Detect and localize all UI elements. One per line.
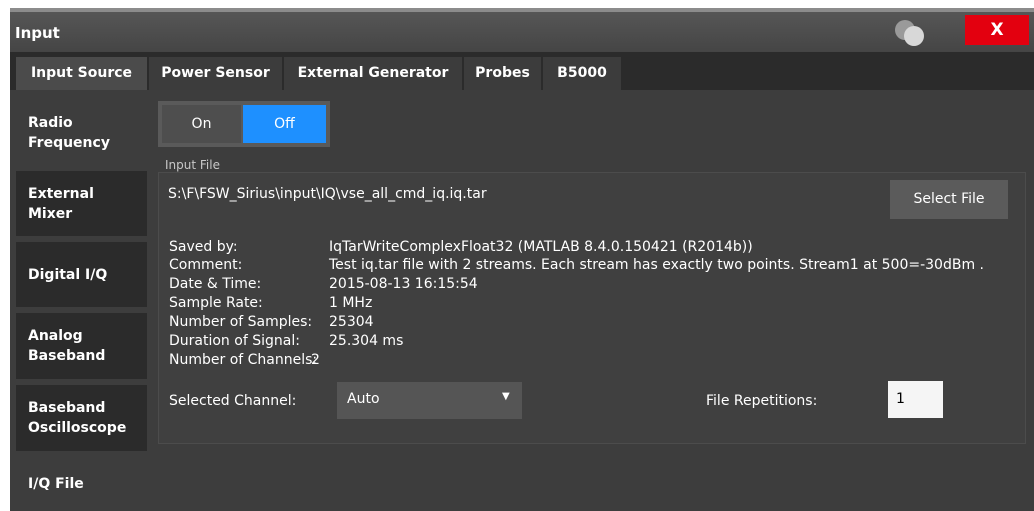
content-area: Radio Frequency External Mixer Digital I/Q… [10,90,1034,511]
tab-input-source[interactable]: Input Source [16,57,147,90]
side-tab-label: Analog Baseband [28,328,106,364]
side-tab-radio-frequency[interactable]: Radio Frequency [16,100,147,165]
select-file-button[interactable]: Select File [890,180,1008,219]
side-tab-external-mixer[interactable]: External Mixer [16,171,147,236]
dialog-title: Input [15,24,60,42]
file-repetitions-input[interactable]: 1 [888,381,943,418]
tab-power-sensor[interactable]: Power Sensor [149,57,282,90]
side-tab-label: Digital I/Q [28,266,108,283]
tab-probes[interactable]: Probes [464,57,541,90]
input-file-label: Input File [165,158,220,172]
side-tab-iq-file[interactable]: I/Q File [16,457,147,511]
file-path: S:\F\FSW_Sirius\input\IQ\vse_all_cmd_iq.… [168,186,487,202]
file-repetitions-label: File Repetitions: [706,393,818,409]
saved-by-value: IqTarWriteComplexFloat32 (MATLAB 8.4.0.1… [329,239,753,255]
selected-channel-label: Selected Channel: [169,393,297,409]
input-dialog: Input X Input Source Power Sensor Extern… [10,8,1034,511]
iq-file-panel: On Off Input File S:\F\FSW_Sirius\input\… [158,96,1028,511]
saved-by-label: Saved by: [169,239,238,255]
num-channels-label: Number of Channels: [169,352,318,368]
selected-channel-dropdown[interactable]: Auto ▼ [337,382,522,419]
side-tab-analog-baseband[interactable]: Analog Baseband [16,313,147,379]
side-tab-digital-iq[interactable]: Digital I/Q [16,242,147,307]
tab-bar: Input Source Power Sensor External Gener… [10,52,1034,90]
toggle-off-option[interactable]: Off [243,105,326,143]
date-time-label: Date & Time: [169,276,262,292]
side-tab-baseband-oscilloscope[interactable]: Baseband Oscilloscope [16,385,147,451]
side-tab-label: Baseband Oscilloscope [28,400,127,436]
date-time-value: 2015-08-13 16:15:54 [329,276,478,292]
duration-value: 25.304 ms [329,333,404,349]
state-toggle[interactable]: On Off [158,101,330,147]
sample-rate-label: Sample Rate: [169,295,263,311]
toggle-on-option[interactable]: On [162,105,241,143]
side-tab-label: External Mixer [28,185,94,222]
chevron-down-icon: ▼ [502,391,510,402]
side-tab-label: I/Q File [28,476,84,492]
duration-label: Duration of Signal: [169,333,300,349]
tab-b5000[interactable]: B5000 [543,57,621,90]
tab-external-generator[interactable]: External Generator [284,57,462,90]
num-channels-value: 2 [311,352,320,368]
sample-rate-value: 1 MHz [329,295,373,311]
selected-channel-value: Auto [347,391,380,407]
title-bar[interactable]: Input X [10,12,1034,52]
comment-label: Comment: [169,257,243,273]
logo-icon [895,20,924,46]
num-samples-value: 25304 [329,314,374,330]
close-button[interactable]: X [965,15,1029,45]
comment-value: Test iq.tar file with 2 streams. Each st… [329,257,984,273]
num-samples-label: Number of Samples: [169,314,313,330]
input-file-group: S:\F\FSW_Sirius\input\IQ\vse_all_cmd_iq.… [158,172,1026,444]
side-tab-label: Radio Frequency [28,114,110,151]
